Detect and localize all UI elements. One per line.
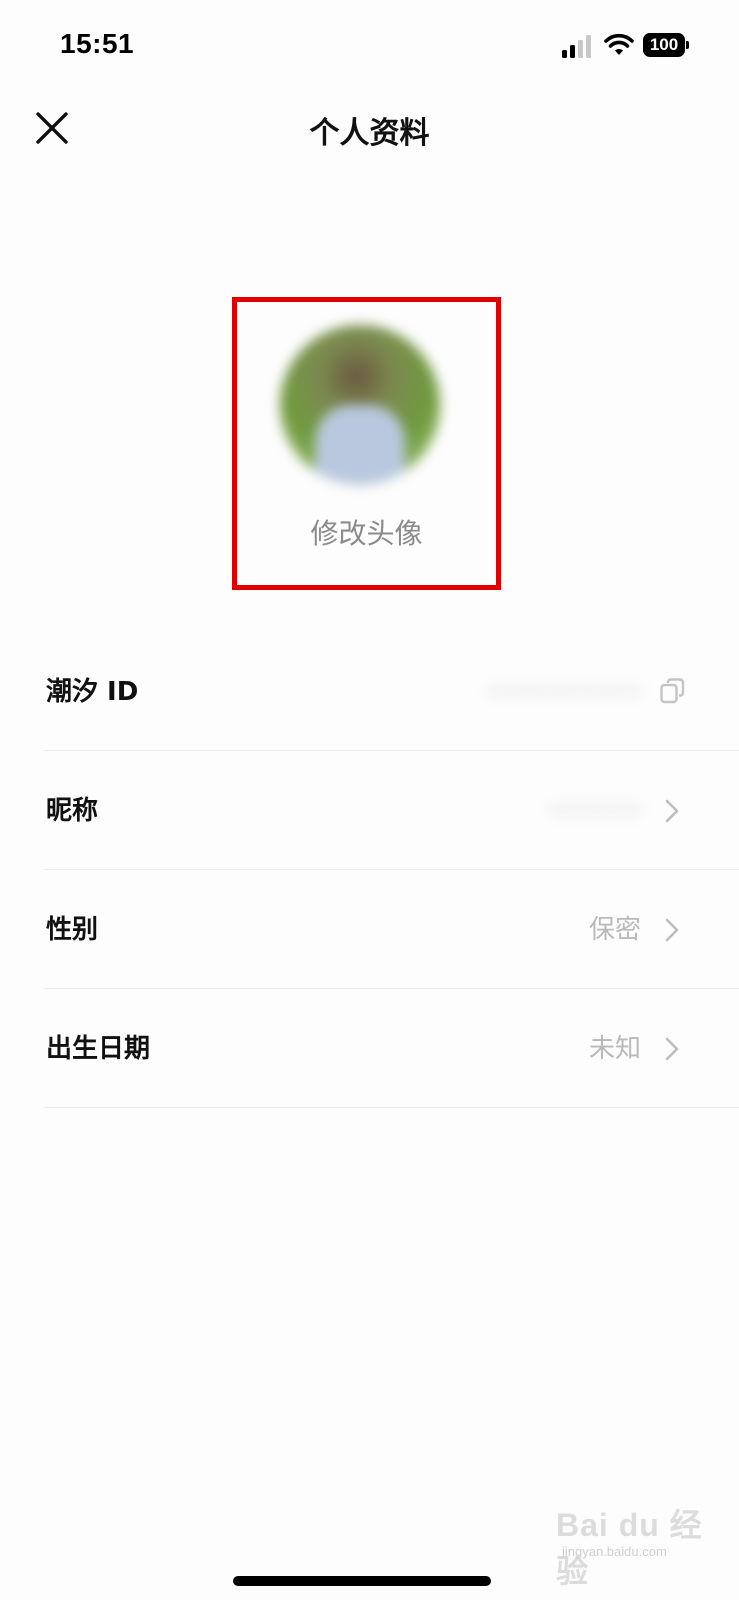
- signal-icon: [562, 35, 591, 58]
- status-time: 15:51: [60, 28, 135, 59]
- avatar[interactable]: [280, 325, 440, 485]
- watermark-url: jingyan.baidu.com: [562, 1544, 667, 1559]
- copy-icon[interactable]: [660, 678, 686, 706]
- chevron-right-icon: [665, 799, 679, 823]
- row-label: 潮汐 ID: [46, 677, 139, 707]
- divider: [44, 869, 739, 870]
- chevron-right-icon: [665, 918, 679, 942]
- divider: [44, 988, 739, 989]
- row-label: 出生日期: [46, 1034, 151, 1064]
- battery-level: 100: [643, 33, 685, 57]
- battery-icon: 100: [643, 33, 689, 57]
- home-indicator[interactable]: [233, 1576, 491, 1586]
- row-label: 昵称: [46, 796, 99, 826]
- row-label: 性别: [46, 915, 99, 945]
- change-avatar-button[interactable]: 修改头像: [232, 512, 501, 552]
- row-value: 保密: [588, 915, 641, 945]
- profile-row-gender[interactable]: 性别 保密: [44, 871, 739, 989]
- profile-row-birthday[interactable]: 出生日期 未知: [44, 990, 739, 1108]
- page-title: 个人资料: [309, 116, 430, 151]
- row-value: 未知: [588, 1034, 641, 1064]
- status-bar: 15:51 100: [0, 0, 739, 90]
- divider: [44, 1107, 739, 1108]
- divider: [44, 750, 739, 751]
- chevron-right-icon: [665, 1037, 679, 1061]
- battery-cap: [686, 41, 689, 49]
- wifi-icon: [604, 33, 634, 55]
- profile-row-id[interactable]: 潮汐 ID ••••••••••: [44, 633, 739, 751]
- row-value: ••••••: [548, 796, 641, 826]
- baidu-jingyan-watermark: Bai du 经验: [556, 1507, 703, 1589]
- profile-row-nickname[interactable]: 昵称 ••••••: [44, 752, 739, 870]
- row-value: ••••••••••: [487, 677, 641, 707]
